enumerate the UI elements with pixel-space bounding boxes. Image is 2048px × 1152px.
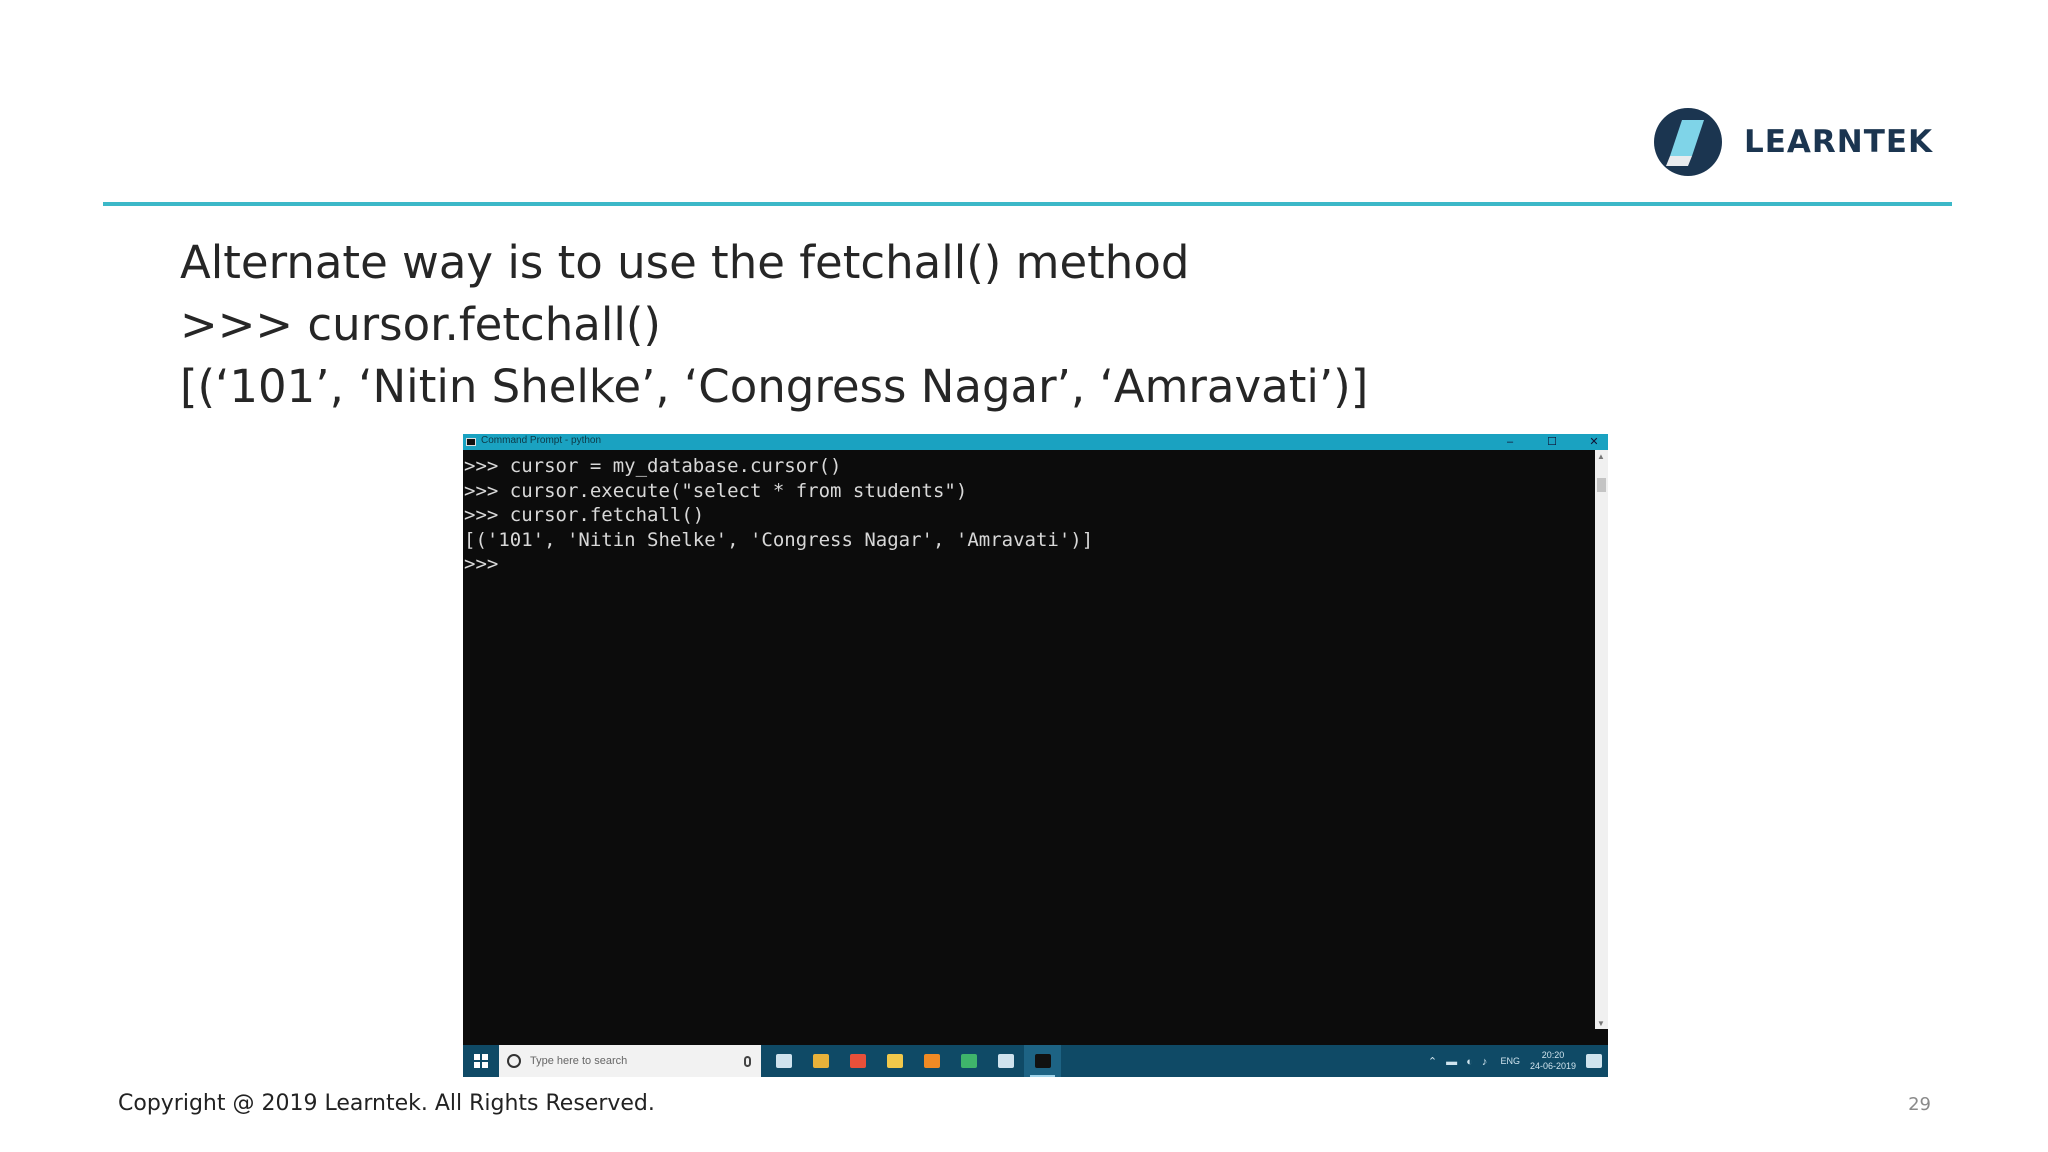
console-line: [('101', 'Nitin Shelke', 'Congress Nagar… (464, 528, 1094, 551)
taskbar-app-file-explorer[interactable] (876, 1045, 913, 1077)
store-icon (997, 1054, 1014, 1068)
task-view-icon (775, 1054, 792, 1068)
vertical-scrollbar[interactable]: ▲ ▼ (1595, 450, 1608, 1029)
scroll-up-icon[interactable]: ▲ (1597, 452, 1605, 461)
scroll-thumb[interactable] (1597, 478, 1606, 492)
slide-content: Alternate way is to use the fetchall() m… (180, 232, 1368, 418)
console-prompt: >>> (464, 553, 499, 575)
windows-logo-icon (474, 1054, 488, 1068)
taskbar-app-task-view[interactable] (765, 1045, 802, 1077)
start-button[interactable] (463, 1045, 499, 1077)
file-explorer-icon (886, 1054, 903, 1068)
command-prompt-icon (1034, 1054, 1051, 1068)
close-button[interactable]: ✕ (1588, 434, 1600, 450)
notifications-icon[interactable] (1586, 1054, 1602, 1068)
console-line: >>> cursor = my_database.cursor() (464, 455, 842, 477)
taskbar-app-store[interactable] (987, 1045, 1024, 1077)
window-title: Command Prompt - python (481, 435, 602, 446)
vlc-icon (923, 1054, 940, 1068)
slide-line-heading: Alternate way is to use the fetchall() m… (180, 236, 1190, 289)
maximize-button[interactable]: ☐ (1546, 434, 1558, 450)
page-number: 29 (1908, 1094, 1931, 1115)
taskbar-app-command-prompt[interactable] (1024, 1045, 1061, 1077)
header-divider (103, 202, 1952, 206)
windows-taskbar: Type here to search ⌃ ▬ ◐ ♪ ENG 20:20 24… (463, 1045, 1608, 1077)
taskbar-search[interactable]: Type here to search (499, 1045, 761, 1077)
cmd-icon (466, 438, 476, 446)
app-icon (849, 1054, 866, 1068)
logo-text: LEARNTEK (1744, 124, 1934, 160)
window-titlebar[interactable]: Command Prompt - python – ☐ ✕ (463, 434, 1608, 450)
command-prompt-window: Command Prompt - python – ☐ ✕ >>> cursor… (463, 434, 1608, 1077)
console-output[interactable]: >>> cursor = my_database.cursor() >>> cur… (463, 452, 1593, 1029)
taskbar-app[interactable] (839, 1045, 876, 1077)
slide-line-code: >>> cursor.fetchall() (180, 298, 661, 351)
taskbar-app-chrome[interactable] (802, 1045, 839, 1077)
clock-time: 20:20 (1541, 1050, 1565, 1060)
microphone-icon[interactable] (744, 1055, 751, 1067)
taskbar-app-vlc[interactable] (913, 1045, 950, 1077)
scroll-down-icon[interactable]: ▼ (1597, 1019, 1605, 1028)
tray-icons[interactable]: ⌃ ▬ ◐ ♪ (1428, 1055, 1491, 1068)
chrome-icon (812, 1054, 829, 1068)
clock-date: 24-06-2019 (1529, 1061, 1576, 1071)
language-indicator[interactable]: ENG (1500, 1056, 1520, 1066)
console-line: >>> cursor.fetchall() (464, 504, 705, 526)
learntek-logo-icon (1654, 108, 1722, 176)
taskbar-clock[interactable]: 20:20 24-06-2019 (1530, 1050, 1576, 1072)
window-controls: – ☐ ✕ (1504, 434, 1600, 450)
pycharm-icon (960, 1054, 977, 1068)
cortana-icon (507, 1054, 521, 1068)
taskbar-app-pycharm[interactable] (950, 1045, 987, 1077)
slide-line-output: [(‘101’, ‘Nitin Shelke’, ‘Congress Nagar… (180, 360, 1369, 413)
copyright-footer: Copyright @ 2019 Learntek. All Rights Re… (118, 1091, 655, 1116)
taskbar-apps (765, 1045, 1061, 1077)
console-line: >>> cursor.execute("select * from studen… (464, 479, 968, 502)
minimize-button[interactable]: – (1504, 434, 1516, 450)
learntek-logo: LEARNTEK (1652, 104, 1952, 180)
system-tray: ⌃ ▬ ◐ ♪ ENG 20:20 24-06-2019 (1428, 1045, 1608, 1077)
search-placeholder: Type here to search (530, 1055, 628, 1067)
